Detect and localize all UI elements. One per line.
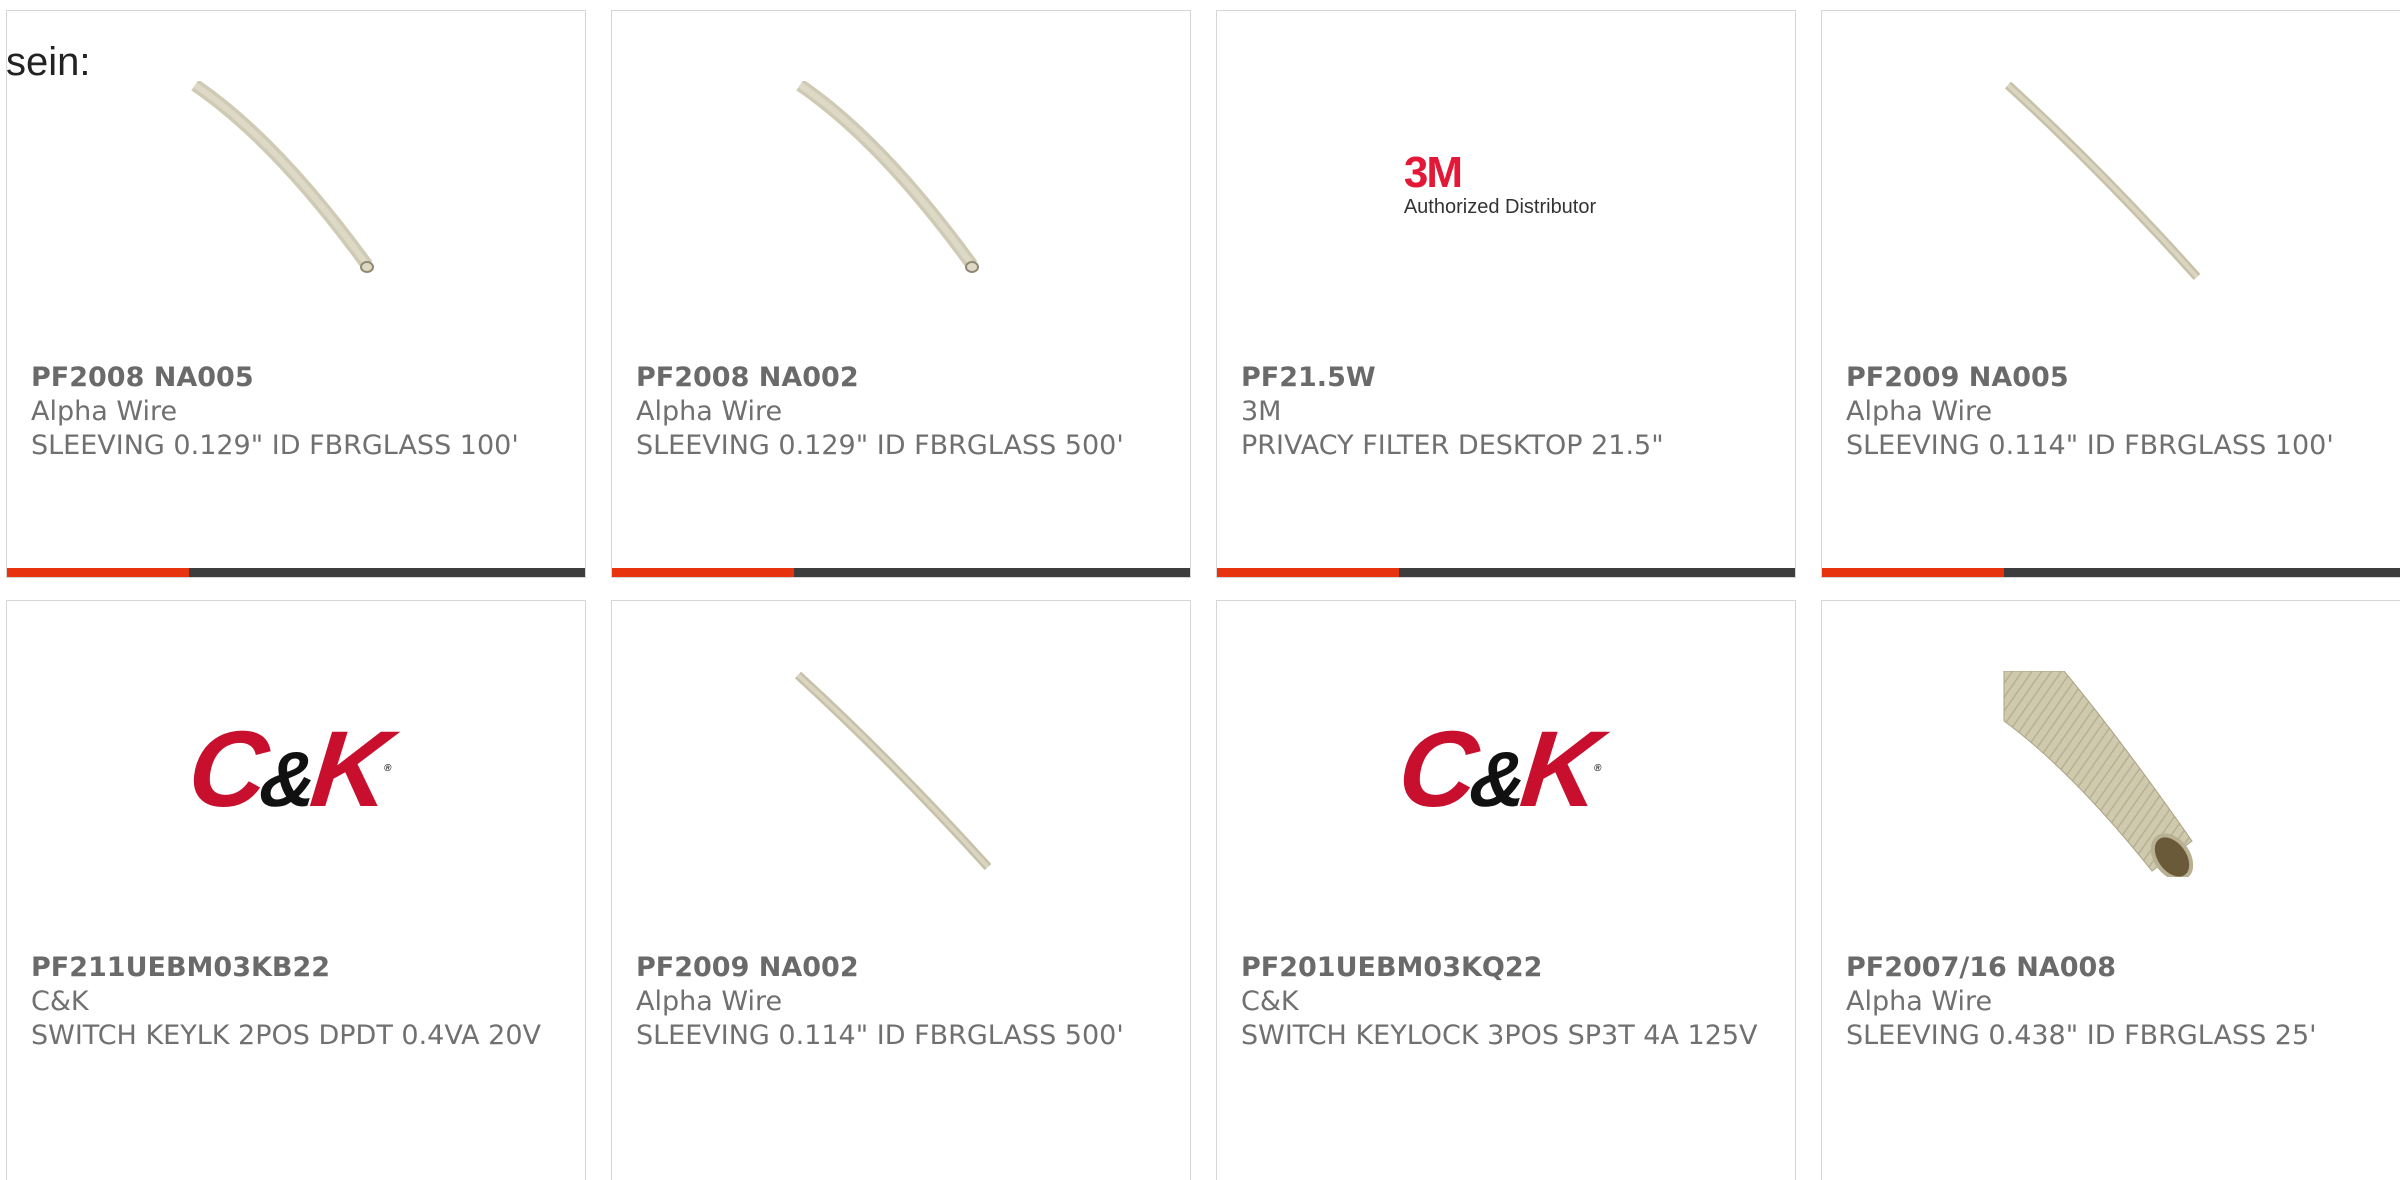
thin-tube-image[interactable]	[187, 81, 393, 287]
product-info: PF2008 NA005 Alpha Wire SLEEVING 0.129" …	[31, 361, 565, 463]
product-card[interactable]: C&K® PF211UEBM03KB22 C&K SWITCH KEYLK 2P…	[6, 600, 586, 1180]
heading-fragment: sein:	[6, 40, 91, 84]
card-bottom-bar	[7, 568, 585, 577]
ck-logo-k: K	[305, 708, 391, 829]
3m-logo-mark: 3M	[1403, 147, 1463, 197]
ck-logo[interactable]: C&K®	[183, 671, 393, 877]
card-bottom-bar	[1217, 568, 1795, 577]
product-description: SLEEVING 0.129" ID FBRGLASS 100'	[31, 430, 519, 461]
product-card[interactable]: PF2009 NA002 Alpha Wire SLEEVING 0.114" …	[611, 600, 1191, 1180]
ck-logo[interactable]: C&K®	[1393, 671, 1603, 877]
part-number[interactable]: PF2008 NA002	[636, 361, 1170, 395]
ck-logo-c: C	[183, 708, 269, 829]
manufacturer: 3M	[1241, 396, 1282, 427]
product-card[interactable]: PF2009 NA005 Alpha Wire SLEEVING 0.114" …	[1821, 10, 2400, 578]
part-number[interactable]: PF21.5W	[1241, 361, 1775, 395]
part-number[interactable]: PF2009 NA002	[636, 951, 1170, 985]
card-bar-accent	[612, 568, 794, 577]
product-info: PF2009 NA002 Alpha Wire SLEEVING 0.114" …	[636, 951, 1170, 1053]
manufacturer: Alpha Wire	[636, 986, 783, 1017]
manufacturer: Alpha Wire	[1846, 396, 1993, 427]
product-info: PF201UEBM03KQ22 C&K SWITCH KEYLOCK 3POS …	[1241, 951, 1775, 1053]
product-description: PRIVACY FILTER DESKTOP 21.5"	[1241, 430, 1664, 461]
card-bar-accent	[1217, 568, 1399, 577]
product-description: SLEEVING 0.114" ID FBRGLASS 500'	[636, 1020, 1124, 1051]
product-card[interactable]: PF2008 NA002 Alpha Wire SLEEVING 0.129" …	[611, 10, 1191, 578]
product-description: SLEEVING 0.129" ID FBRGLASS 500'	[636, 430, 1124, 461]
product-card[interactable]: C&K® PF201UEBM03KQ22 C&K SWITCH KEYLOCK …	[1216, 600, 1796, 1180]
manufacturer: Alpha Wire	[31, 396, 178, 427]
thin-tube-image[interactable]	[792, 81, 998, 287]
manufacturer: Alpha Wire	[636, 396, 783, 427]
manufacturer: C&K	[31, 986, 89, 1017]
product-description: SWITCH KEYLK 2POS DPDT 0.4VA 20V	[31, 1020, 541, 1051]
part-number[interactable]: PF211UEBM03KB22	[31, 951, 565, 985]
part-number[interactable]: PF201UEBM03KQ22	[1241, 951, 1775, 985]
3m-logo-subtitle: Authorized Distributor	[1403, 195, 1597, 218]
card-bar-accent	[7, 568, 189, 577]
part-number[interactable]: PF2008 NA005	[31, 361, 565, 395]
product-description: SWITCH KEYLOCK 3POS SP3T 4A 125V	[1241, 1020, 1758, 1051]
product-info: PF2008 NA002 Alpha Wire SLEEVING 0.129" …	[636, 361, 1170, 463]
ck-logo-c: C	[1393, 708, 1479, 829]
product-info: PF2009 NA005 Alpha Wire SLEEVING 0.114" …	[1846, 361, 2380, 463]
ck-logo-k: K	[1515, 708, 1601, 829]
manufacturer: C&K	[1241, 986, 1299, 1017]
part-number[interactable]: PF2007/16 NA008	[1846, 951, 2380, 985]
product-description: SLEEVING 0.438" ID FBRGLASS 25'	[1846, 1020, 2317, 1051]
product-card[interactable]: PF2007/16 NA008 Alpha Wire SLEEVING 0.43…	[1821, 600, 2400, 1180]
card-bottom-bar	[1822, 568, 2400, 577]
thick-braided-tube-image[interactable]	[2002, 671, 2208, 877]
part-number[interactable]: PF2009 NA005	[1846, 361, 2380, 395]
thin-tube-image[interactable]	[2002, 81, 2208, 287]
product-info: PF2007/16 NA008 Alpha Wire SLEEVING 0.43…	[1846, 951, 2380, 1053]
product-description: SLEEVING 0.114" ID FBRGLASS 100'	[1846, 430, 2334, 461]
product-card[interactable]: 3M Authorized Distributor PF21.5W 3M PRI…	[1216, 10, 1796, 578]
3m-authorized-distributor-logo[interactable]: 3M Authorized Distributor	[1397, 81, 1603, 287]
manufacturer: Alpha Wire	[1846, 986, 1993, 1017]
card-bar-accent	[1822, 568, 2004, 577]
product-info: PF211UEBM03KB22 C&K SWITCH KEYLK 2POS DP…	[31, 951, 565, 1053]
product-info: PF21.5W 3M PRIVACY FILTER DESKTOP 21.5"	[1241, 361, 1775, 463]
ck-logo-tm: ®	[1593, 763, 1603, 774]
card-bottom-bar	[612, 568, 1190, 577]
product-card[interactable]: PF2008 NA005 Alpha Wire SLEEVING 0.129" …	[6, 10, 586, 578]
thin-tube-image[interactable]	[792, 671, 998, 877]
ck-logo-tm: ®	[383, 763, 393, 774]
